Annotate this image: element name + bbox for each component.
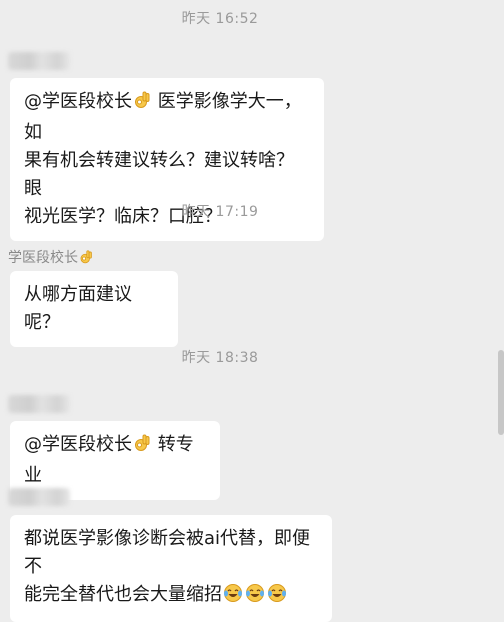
sender-name: 学医段校长 bbox=[8, 247, 94, 269]
sender-name-blurred bbox=[8, 52, 70, 70]
laugh-cry-icon bbox=[267, 583, 287, 612]
message-line: 都说医学影像诊断会被ai代替，即便不 bbox=[24, 528, 311, 577]
sender-name-blurred bbox=[8, 488, 70, 506]
message-line: @学医段校长 医学影像学大一，如 bbox=[24, 88, 310, 147]
message-text: 从哪方面建议呢？ bbox=[24, 284, 132, 333]
message-bubble[interactable]: 都说医学影像诊断会被ai代替，即便不 能完全替代也会大量缩招 bbox=[10, 515, 332, 622]
timestamp: 昨天 18:38 bbox=[181, 350, 259, 366]
laugh-cry-icon bbox=[223, 583, 243, 612]
chat-window: 昨天 16:52 @学医段校长 医学影像学大一，如 果有机会转建议转么？建议转啥… bbox=[0, 0, 504, 622]
message-text: 能完全替代也会大量缩招 bbox=[24, 584, 222, 605]
sender-name-blurred bbox=[8, 395, 70, 413]
ok-hand-icon bbox=[79, 249, 93, 269]
mention-text[interactable]: @学医段校长 bbox=[24, 91, 132, 112]
message-line: 能完全替代也会大量缩招 bbox=[24, 581, 318, 612]
scrollbar[interactable] bbox=[498, 350, 504, 435]
laugh-cry-icon bbox=[245, 583, 265, 612]
ok-hand-icon bbox=[133, 90, 151, 119]
message-line: 果有机会转建议转么？建议转啥？眼 bbox=[24, 150, 294, 199]
timestamp: 昨天 17:19 bbox=[181, 204, 259, 220]
message-line: @学医段校长 转专业 bbox=[24, 431, 206, 490]
message-bubble[interactable]: 从哪方面建议呢？ bbox=[10, 271, 178, 347]
timestamp: 昨天 16:52 bbox=[181, 11, 259, 27]
mention-text[interactable]: @学医段校长 bbox=[24, 434, 132, 455]
ok-hand-icon bbox=[133, 433, 151, 462]
